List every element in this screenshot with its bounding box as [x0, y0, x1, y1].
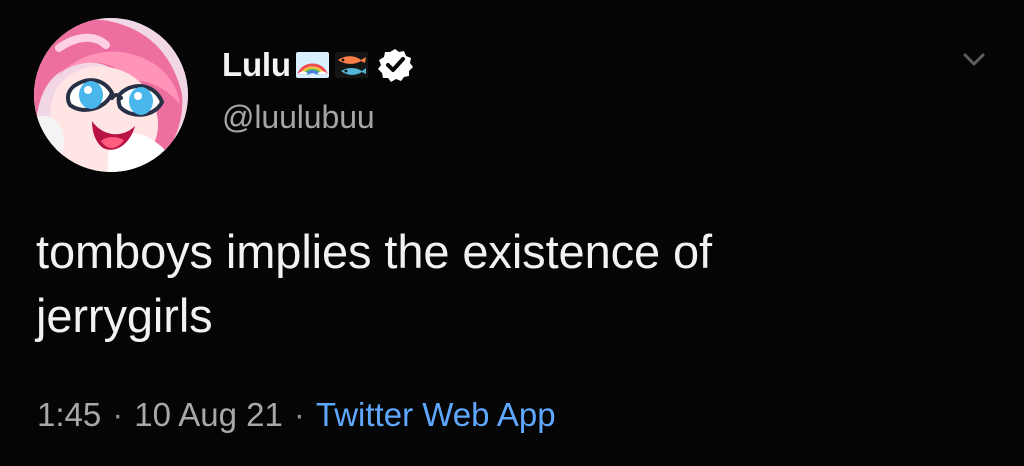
author-display-name[interactable]: Lulu — [222, 48, 291, 81]
metadata-separator: · — [293, 395, 305, 433]
tweet-text-line: tomboys implies the existence of — [36, 225, 713, 278]
tweet-card: Lulu @luulubuu tomboys implies the exist… — [0, 0, 1024, 466]
profile-avatar[interactable] — [34, 18, 188, 172]
tweet-text-line: jerrygirls — [36, 289, 213, 342]
author-name-row: Lulu — [222, 42, 413, 86]
avatar-anime-girl-icon — [34, 18, 188, 172]
tweet-date[interactable]: 10 Aug 21 — [134, 398, 283, 431]
rainbow-emoji-icon — [295, 50, 330, 80]
metadata-separator: · — [112, 395, 124, 433]
tweet-header: Lulu @luulubuu — [222, 42, 413, 134]
tweet-time[interactable]: 1:45 — [37, 398, 101, 431]
tweet-text: tomboys implies the existence of jerrygir… — [36, 220, 986, 348]
verified-badge-icon — [377, 47, 413, 83]
tweet-metadata: 1:45 · 10 Aug 21 · Twitter Web App — [37, 392, 556, 436]
fish-emoji-icon — [334, 50, 369, 80]
tweet-source-link[interactable]: Twitter Web App — [316, 398, 556, 431]
author-handle[interactable]: @luulubuu — [222, 101, 413, 133]
chevron-down-icon[interactable] — [960, 45, 988, 73]
